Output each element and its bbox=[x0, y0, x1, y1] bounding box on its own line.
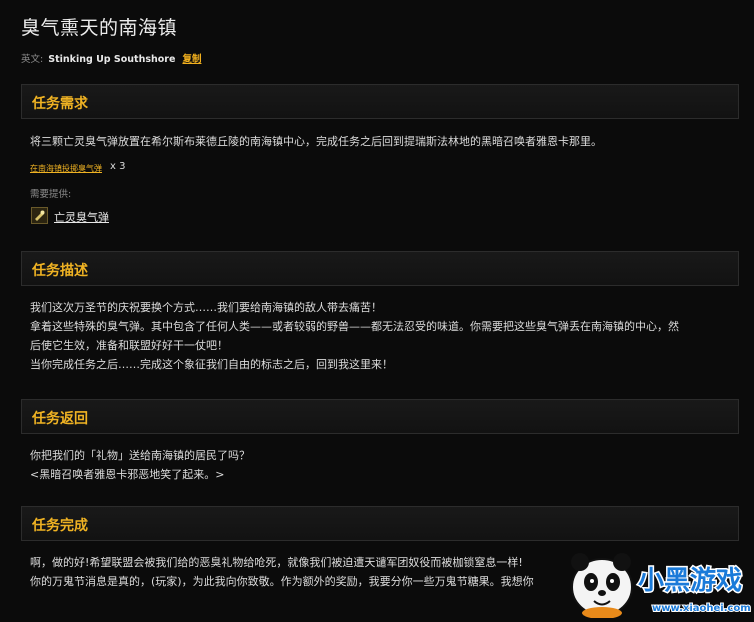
section-title-completion: 任务完成 bbox=[32, 518, 88, 534]
objective-link[interactable]: 在南海镇投掷臭气弹 bbox=[30, 163, 102, 174]
objective-count: x 3 bbox=[110, 161, 126, 172]
return-line: <黑暗召唤者雅恩卡邪恶地笑了起来。> bbox=[30, 468, 225, 481]
section-title-requirements: 任务需求 bbox=[32, 96, 88, 112]
requirements-text: 将三颗亡灵臭气弹放置在希尔斯布莱德丘陵的南海镇中心，完成任务之后回到提瑞斯法林地… bbox=[30, 135, 602, 148]
page-title: 臭气熏天的南海镇 bbox=[21, 17, 178, 39]
description-line: 拿着这些特殊的臭气弹。其中包含了任何人类——或者较弱的野兽——都无法忍受的味道。… bbox=[30, 320, 679, 333]
english-name-label: 英文: bbox=[21, 54, 44, 65]
english-name-line: 英文: Stinking Up Southshore 复制 bbox=[21, 51, 201, 65]
provided-item-link[interactable]: 亡灵臭气弹 bbox=[54, 209, 109, 225]
stink-bomb-item-icon[interactable] bbox=[31, 207, 48, 224]
section-header-description: 任务描述 bbox=[21, 251, 739, 286]
description-line: 后使它生效，准备和联盟好好干一仗吧！ bbox=[30, 339, 228, 352]
site-watermark-logo: 小黑游戏 www.xiaohei.com bbox=[560, 545, 754, 619]
watermark-url: www.xiaohei.com bbox=[652, 603, 751, 614]
provided-label: 需要提供: bbox=[30, 189, 72, 200]
description-text: 我们这次万圣节的庆祝要换个方式……我们要给南海镇的敌人带去痛苦！ 拿着这些特殊的… bbox=[30, 298, 735, 374]
copy-button[interactable]: 复制 bbox=[182, 54, 201, 65]
section-title-return: 任务返回 bbox=[32, 411, 88, 427]
section-header-return: 任务返回 bbox=[21, 399, 739, 434]
return-line: 你把我们的「礼物」送给南海镇的居民了吗？ bbox=[30, 449, 250, 462]
english-name: Stinking Up Southshore bbox=[48, 54, 176, 65]
section-title-description: 任务描述 bbox=[32, 263, 88, 279]
description-line: 我们这次万圣节的庆祝要换个方式……我们要给南海镇的敌人带去痛苦！ bbox=[30, 301, 382, 314]
watermark-brand-text: 小黑游戏 bbox=[638, 566, 742, 596]
description-line: 当你完成任务之后……完成这个象征我们自由的标志之后，回到我这里来！ bbox=[30, 358, 393, 371]
section-header-completion: 任务完成 bbox=[21, 506, 739, 541]
return-text: 你把我们的「礼物」送给南海镇的居民了吗？ <黑暗召唤者雅恩卡邪恶地笑了起来。> bbox=[30, 446, 735, 484]
section-header-requirements: 任务需求 bbox=[21, 84, 739, 119]
